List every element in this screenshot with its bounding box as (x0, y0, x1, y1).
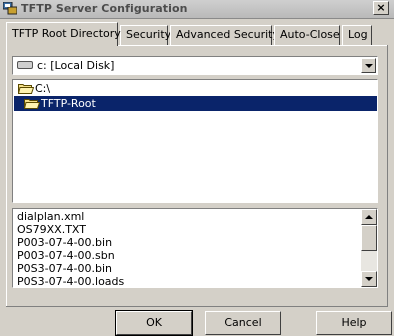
ok-button[interactable]: OK (115, 310, 193, 336)
drive-select-value: c: [Local Disk] (37, 59, 115, 72)
tab-security[interactable]: Security (120, 25, 172, 45)
close-icon: × (376, 1, 386, 14)
tab-label: Security (126, 28, 172, 41)
tab-tftp-root-directory[interactable]: TFTP Root Directory (6, 22, 121, 46)
close-button[interactable]: × (373, 1, 389, 15)
list-item[interactable]: P0S3-07-4-00.loads (17, 275, 124, 287)
scroll-thumb[interactable] (361, 225, 377, 251)
open-folder-icon (24, 99, 40, 109)
list-item[interactable]: dialplan.xml (17, 210, 84, 223)
list-item[interactable]: P0S3-07-4-00.bin (17, 262, 112, 275)
title-bar: TFTP Server Configuration × (0, 0, 394, 19)
folder-list[interactable]: C:\ TFTP-Root (12, 79, 378, 203)
tab-label: Auto-Close (280, 28, 340, 41)
folder-item-tftp-root[interactable]: TFTP-Root (14, 96, 377, 111)
window-title: TFTP Server Configuration (21, 2, 188, 15)
list-item[interactable]: OS79XX.TXT (17, 223, 86, 236)
drive-select[interactable]: c: [Local Disk] (12, 56, 378, 75)
tab-log[interactable]: Log (342, 25, 372, 45)
cancel-button[interactable]: Cancel (205, 311, 281, 335)
hard-drive-icon (17, 61, 33, 69)
folder-item-label: TFTP-Root (41, 97, 96, 110)
tab-strip: TFTP Root Directory Security Advanced Se… (6, 22, 390, 46)
chevron-down-icon[interactable] (361, 58, 376, 73)
list-item[interactable]: P003-07-4-00.sbn (17, 249, 115, 262)
tab-label: TFTP Root Directory (12, 27, 121, 40)
tab-label: Advanced Security (176, 28, 280, 41)
folder-item-c-root[interactable]: C:\ (15, 81, 115, 96)
help-button[interactable]: Help (316, 311, 392, 335)
scroll-down-button[interactable] (361, 271, 377, 287)
tab-panel-left-edge (6, 45, 7, 307)
tab-auto-close[interactable]: Auto-Close (274, 25, 340, 45)
tab-panel-right-edge (387, 45, 388, 307)
file-list[interactable]: dialplan.xml OS79XX.TXT P003-07-4-00.bin… (12, 208, 378, 288)
tab-label: Log (348, 28, 368, 41)
open-folder-icon (18, 84, 34, 94)
tab-advanced-security[interactable]: Advanced Security (170, 25, 279, 45)
list-item[interactable]: P003-07-4-00.bin (17, 236, 112, 249)
app-icon (3, 2, 17, 15)
file-list-scrollbar[interactable] (361, 209, 377, 287)
tab-panel-bottom-edge (6, 306, 388, 307)
folder-item-label: C:\ (35, 82, 51, 95)
scroll-up-button[interactable] (361, 209, 377, 225)
